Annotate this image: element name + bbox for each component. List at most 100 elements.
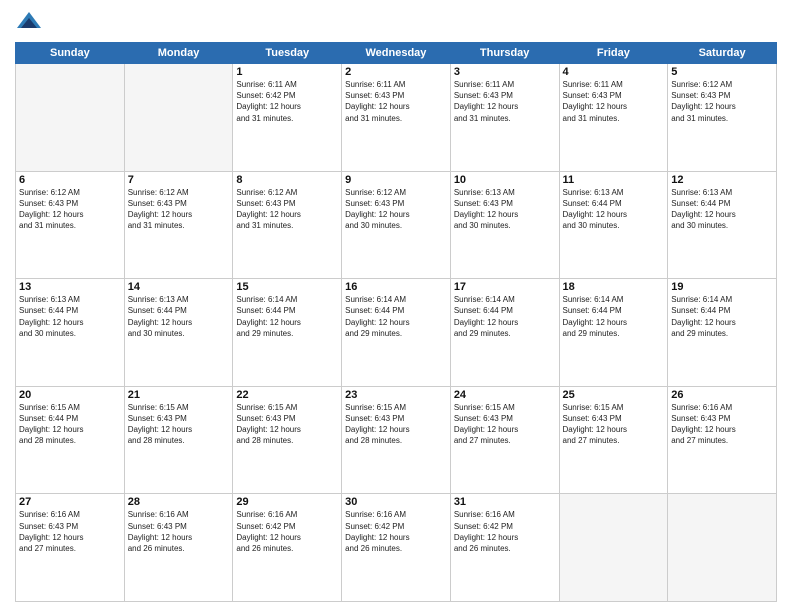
cell-info: Sunrise: 6:14 AMSunset: 6:44 PMDaylight:…: [454, 294, 556, 339]
day-number: 31: [454, 496, 556, 508]
weekday-header-row: SundayMondayTuesdayWednesdayThursdayFrid…: [16, 43, 777, 64]
day-number: 11: [563, 174, 665, 186]
cell-info: Sunrise: 6:11 AMSunset: 6:43 PMDaylight:…: [563, 79, 665, 124]
calendar-cell-w4d3: 30Sunrise: 6:16 AMSunset: 6:42 PMDayligh…: [342, 494, 451, 602]
cell-info: Sunrise: 6:16 AMSunset: 6:42 PMDaylight:…: [236, 509, 338, 554]
calendar-cell-w3d3: 23Sunrise: 6:15 AMSunset: 6:43 PMDayligh…: [342, 386, 451, 494]
week-row-2: 13Sunrise: 6:13 AMSunset: 6:44 PMDayligh…: [16, 279, 777, 387]
cell-info: Sunrise: 6:15 AMSunset: 6:43 PMDaylight:…: [128, 402, 230, 447]
calendar-cell-w1d1: 7Sunrise: 6:12 AMSunset: 6:43 PMDaylight…: [124, 171, 233, 279]
calendar-cell-w0d0: [16, 64, 125, 172]
calendar-cell-w4d0: 27Sunrise: 6:16 AMSunset: 6:43 PMDayligh…: [16, 494, 125, 602]
day-number: 24: [454, 389, 556, 401]
day-number: 4: [563, 66, 665, 78]
day-number: 12: [671, 174, 773, 186]
day-number: 10: [454, 174, 556, 186]
cell-info: Sunrise: 6:12 AMSunset: 6:43 PMDaylight:…: [19, 187, 121, 232]
calendar-cell-w1d5: 11Sunrise: 6:13 AMSunset: 6:44 PMDayligh…: [559, 171, 668, 279]
cell-info: Sunrise: 6:12 AMSunset: 6:43 PMDaylight:…: [128, 187, 230, 232]
calendar-cell-w4d1: 28Sunrise: 6:16 AMSunset: 6:43 PMDayligh…: [124, 494, 233, 602]
day-number: 21: [128, 389, 230, 401]
cell-info: Sunrise: 6:15 AMSunset: 6:43 PMDaylight:…: [563, 402, 665, 447]
cell-info: Sunrise: 6:15 AMSunset: 6:43 PMDaylight:…: [345, 402, 447, 447]
day-number: 2: [345, 66, 447, 78]
cell-info: Sunrise: 6:15 AMSunset: 6:43 PMDaylight:…: [454, 402, 556, 447]
day-number: 28: [128, 496, 230, 508]
cell-info: Sunrise: 6:11 AMSunset: 6:43 PMDaylight:…: [454, 79, 556, 124]
calendar-cell-w2d0: 13Sunrise: 6:13 AMSunset: 6:44 PMDayligh…: [16, 279, 125, 387]
day-number: 26: [671, 389, 773, 401]
day-number: 19: [671, 281, 773, 293]
calendar-table: SundayMondayTuesdayWednesdayThursdayFrid…: [15, 42, 777, 602]
calendar-cell-w3d0: 20Sunrise: 6:15 AMSunset: 6:44 PMDayligh…: [16, 386, 125, 494]
day-number: 6: [19, 174, 121, 186]
calendar-cell-w4d5: [559, 494, 668, 602]
cell-info: Sunrise: 6:16 AMSunset: 6:43 PMDaylight:…: [19, 509, 121, 554]
calendar-cell-w4d4: 31Sunrise: 6:16 AMSunset: 6:42 PMDayligh…: [450, 494, 559, 602]
calendar-cell-w1d6: 12Sunrise: 6:13 AMSunset: 6:44 PMDayligh…: [668, 171, 777, 279]
weekday-header-thursday: Thursday: [450, 43, 559, 64]
calendar-cell-w1d0: 6Sunrise: 6:12 AMSunset: 6:43 PMDaylight…: [16, 171, 125, 279]
cell-info: Sunrise: 6:13 AMSunset: 6:44 PMDaylight:…: [128, 294, 230, 339]
calendar-cell-w2d2: 15Sunrise: 6:14 AMSunset: 6:44 PMDayligh…: [233, 279, 342, 387]
day-number: 9: [345, 174, 447, 186]
cell-info: Sunrise: 6:15 AMSunset: 6:44 PMDaylight:…: [19, 402, 121, 447]
weekday-header-saturday: Saturday: [668, 43, 777, 64]
weekday-header-sunday: Sunday: [16, 43, 125, 64]
cell-info: Sunrise: 6:14 AMSunset: 6:44 PMDaylight:…: [345, 294, 447, 339]
cell-info: Sunrise: 6:14 AMSunset: 6:44 PMDaylight:…: [563, 294, 665, 339]
day-number: 1: [236, 66, 338, 78]
week-row-4: 27Sunrise: 6:16 AMSunset: 6:43 PMDayligh…: [16, 494, 777, 602]
cell-info: Sunrise: 6:13 AMSunset: 6:43 PMDaylight:…: [454, 187, 556, 232]
day-number: 23: [345, 389, 447, 401]
day-number: 18: [563, 281, 665, 293]
calendar-cell-w3d4: 24Sunrise: 6:15 AMSunset: 6:43 PMDayligh…: [450, 386, 559, 494]
cell-info: Sunrise: 6:12 AMSunset: 6:43 PMDaylight:…: [671, 79, 773, 124]
calendar-cell-w2d5: 18Sunrise: 6:14 AMSunset: 6:44 PMDayligh…: [559, 279, 668, 387]
calendar-cell-w1d3: 9Sunrise: 6:12 AMSunset: 6:43 PMDaylight…: [342, 171, 451, 279]
day-number: 15: [236, 281, 338, 293]
day-number: 13: [19, 281, 121, 293]
day-number: 29: [236, 496, 338, 508]
day-number: 22: [236, 389, 338, 401]
calendar-cell-w0d2: 1Sunrise: 6:11 AMSunset: 6:42 PMDaylight…: [233, 64, 342, 172]
cell-info: Sunrise: 6:13 AMSunset: 6:44 PMDaylight:…: [671, 187, 773, 232]
cell-info: Sunrise: 6:11 AMSunset: 6:42 PMDaylight:…: [236, 79, 338, 124]
calendar-cell-w0d4: 3Sunrise: 6:11 AMSunset: 6:43 PMDaylight…: [450, 64, 559, 172]
day-number: 25: [563, 389, 665, 401]
cell-info: Sunrise: 6:16 AMSunset: 6:42 PMDaylight:…: [345, 509, 447, 554]
cell-info: Sunrise: 6:16 AMSunset: 6:43 PMDaylight:…: [671, 402, 773, 447]
calendar-cell-w4d6: [668, 494, 777, 602]
day-number: 14: [128, 281, 230, 293]
cell-info: Sunrise: 6:11 AMSunset: 6:43 PMDaylight:…: [345, 79, 447, 124]
day-number: 3: [454, 66, 556, 78]
calendar-cell-w0d6: 5Sunrise: 6:12 AMSunset: 6:43 PMDaylight…: [668, 64, 777, 172]
calendar-cell-w0d1: [124, 64, 233, 172]
cell-info: Sunrise: 6:12 AMSunset: 6:43 PMDaylight:…: [236, 187, 338, 232]
header: [15, 10, 777, 34]
calendar-cell-w3d1: 21Sunrise: 6:15 AMSunset: 6:43 PMDayligh…: [124, 386, 233, 494]
calendar-cell-w2d6: 19Sunrise: 6:14 AMSunset: 6:44 PMDayligh…: [668, 279, 777, 387]
cell-info: Sunrise: 6:16 AMSunset: 6:43 PMDaylight:…: [128, 509, 230, 554]
calendar-cell-w2d3: 16Sunrise: 6:14 AMSunset: 6:44 PMDayligh…: [342, 279, 451, 387]
calendar-cell-w4d2: 29Sunrise: 6:16 AMSunset: 6:42 PMDayligh…: [233, 494, 342, 602]
cell-info: Sunrise: 6:13 AMSunset: 6:44 PMDaylight:…: [19, 294, 121, 339]
calendar-cell-w1d4: 10Sunrise: 6:13 AMSunset: 6:43 PMDayligh…: [450, 171, 559, 279]
calendar-cell-w2d1: 14Sunrise: 6:13 AMSunset: 6:44 PMDayligh…: [124, 279, 233, 387]
calendar-cell-w2d4: 17Sunrise: 6:14 AMSunset: 6:44 PMDayligh…: [450, 279, 559, 387]
day-number: 30: [345, 496, 447, 508]
day-number: 20: [19, 389, 121, 401]
day-number: 8: [236, 174, 338, 186]
logo: [15, 10, 45, 34]
calendar-cell-w1d2: 8Sunrise: 6:12 AMSunset: 6:43 PMDaylight…: [233, 171, 342, 279]
cell-info: Sunrise: 6:12 AMSunset: 6:43 PMDaylight:…: [345, 187, 447, 232]
day-number: 16: [345, 281, 447, 293]
week-row-3: 20Sunrise: 6:15 AMSunset: 6:44 PMDayligh…: [16, 386, 777, 494]
weekday-header-wednesday: Wednesday: [342, 43, 451, 64]
calendar-cell-w3d2: 22Sunrise: 6:15 AMSunset: 6:43 PMDayligh…: [233, 386, 342, 494]
day-number: 5: [671, 66, 773, 78]
cell-info: Sunrise: 6:14 AMSunset: 6:44 PMDaylight:…: [236, 294, 338, 339]
weekday-header-monday: Monday: [124, 43, 233, 64]
weekday-header-tuesday: Tuesday: [233, 43, 342, 64]
day-number: 7: [128, 174, 230, 186]
